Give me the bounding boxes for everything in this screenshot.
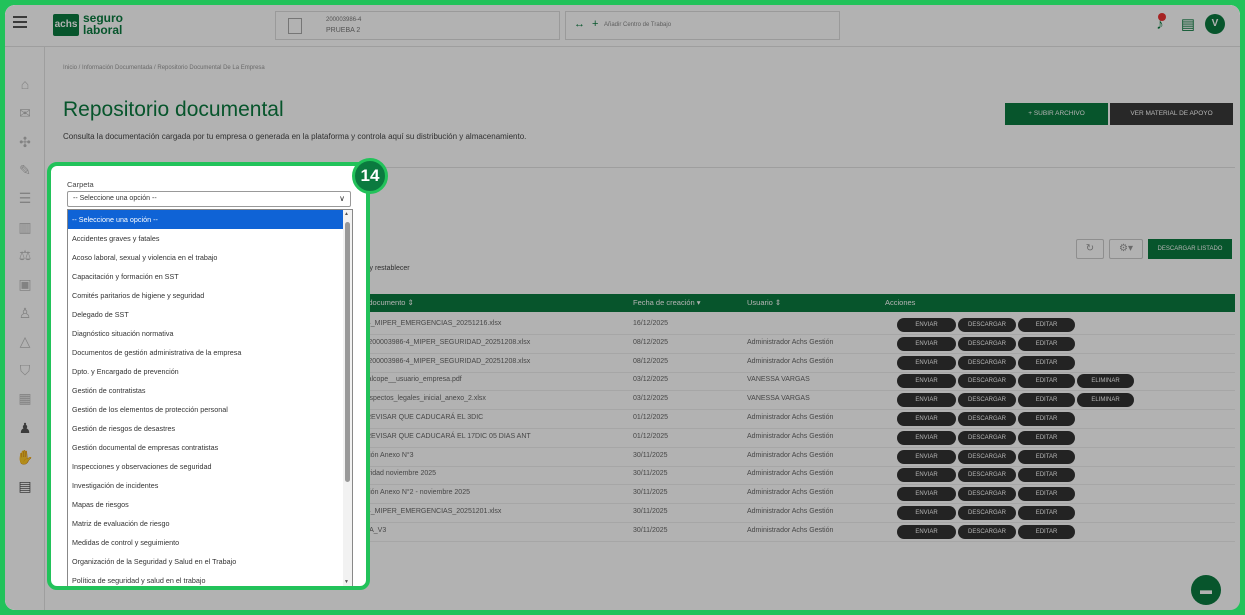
app-frame: achs seguro laboral 200003986-4 PRUEBA 2 … (5, 5, 1240, 610)
folder-options-list[interactable]: ▲ ▼ -- Seleccione una opción -- Accidente… (67, 209, 353, 586)
step-number-badge: 14 (352, 158, 388, 194)
folder-select[interactable]: -- Seleccione una opción -- ∨ (67, 191, 351, 207)
folder-option[interactable]: Gestión de los elementos de protección p… (68, 400, 343, 419)
folder-select-value: -- Seleccione una opción -- (73, 195, 157, 202)
folder-option[interactable]: Delegado de SST (68, 305, 343, 324)
folder-filter-panel: Carpeta -- Seleccione una opción -- ∨ ▲ … (47, 162, 370, 590)
folder-option[interactable]: Comités paritarios de higiene y segurida… (68, 286, 343, 305)
folder-option[interactable]: Accidentes graves y fatales (68, 229, 343, 248)
folder-option[interactable]: Investigación de incidentes (68, 476, 343, 495)
folder-option[interactable]: Gestión de riesgos de desastres (68, 419, 343, 438)
scrollbar-thumb[interactable] (345, 222, 350, 482)
folder-option[interactable]: Mapas de riesgos (68, 495, 343, 514)
folder-option[interactable]: Inspecciones y observaciones de segurida… (68, 457, 343, 476)
scroll-down-arrow-icon[interactable]: ▼ (344, 579, 349, 585)
folder-option[interactable]: Gestión de contratistas (68, 381, 343, 400)
folder-label: Carpeta (67, 180, 94, 189)
folder-option[interactable]: Gestión documental de empresas contratis… (68, 438, 343, 457)
folder-option[interactable]: Diagnóstico situación normativa (68, 324, 343, 343)
options-scrollbar[interactable]: ▲ ▼ (343, 210, 352, 586)
folder-option[interactable]: Documentos de gestión administrativa de … (68, 343, 343, 362)
folder-option[interactable]: Medidas de control y seguimiento (68, 533, 343, 552)
scroll-up-arrow-icon[interactable]: ▲ (344, 211, 349, 217)
folder-option[interactable]: Acoso laboral, sexual y violencia en el … (68, 248, 343, 267)
folder-option[interactable]: Matriz de evaluación de riesgo (68, 514, 343, 533)
folder-option[interactable]: Dpto. y Encargado de prevención (68, 362, 343, 381)
folder-option[interactable]: -- Seleccione una opción -- (68, 210, 343, 229)
folder-option[interactable]: Organización de la Seguridad y Salud en … (68, 552, 343, 571)
folder-option[interactable]: Capacitación y formación en SST (68, 267, 343, 286)
chevron-down-icon: ∨ (339, 194, 345, 203)
folder-option[interactable]: Política de seguridad y salud en el trab… (68, 571, 343, 586)
